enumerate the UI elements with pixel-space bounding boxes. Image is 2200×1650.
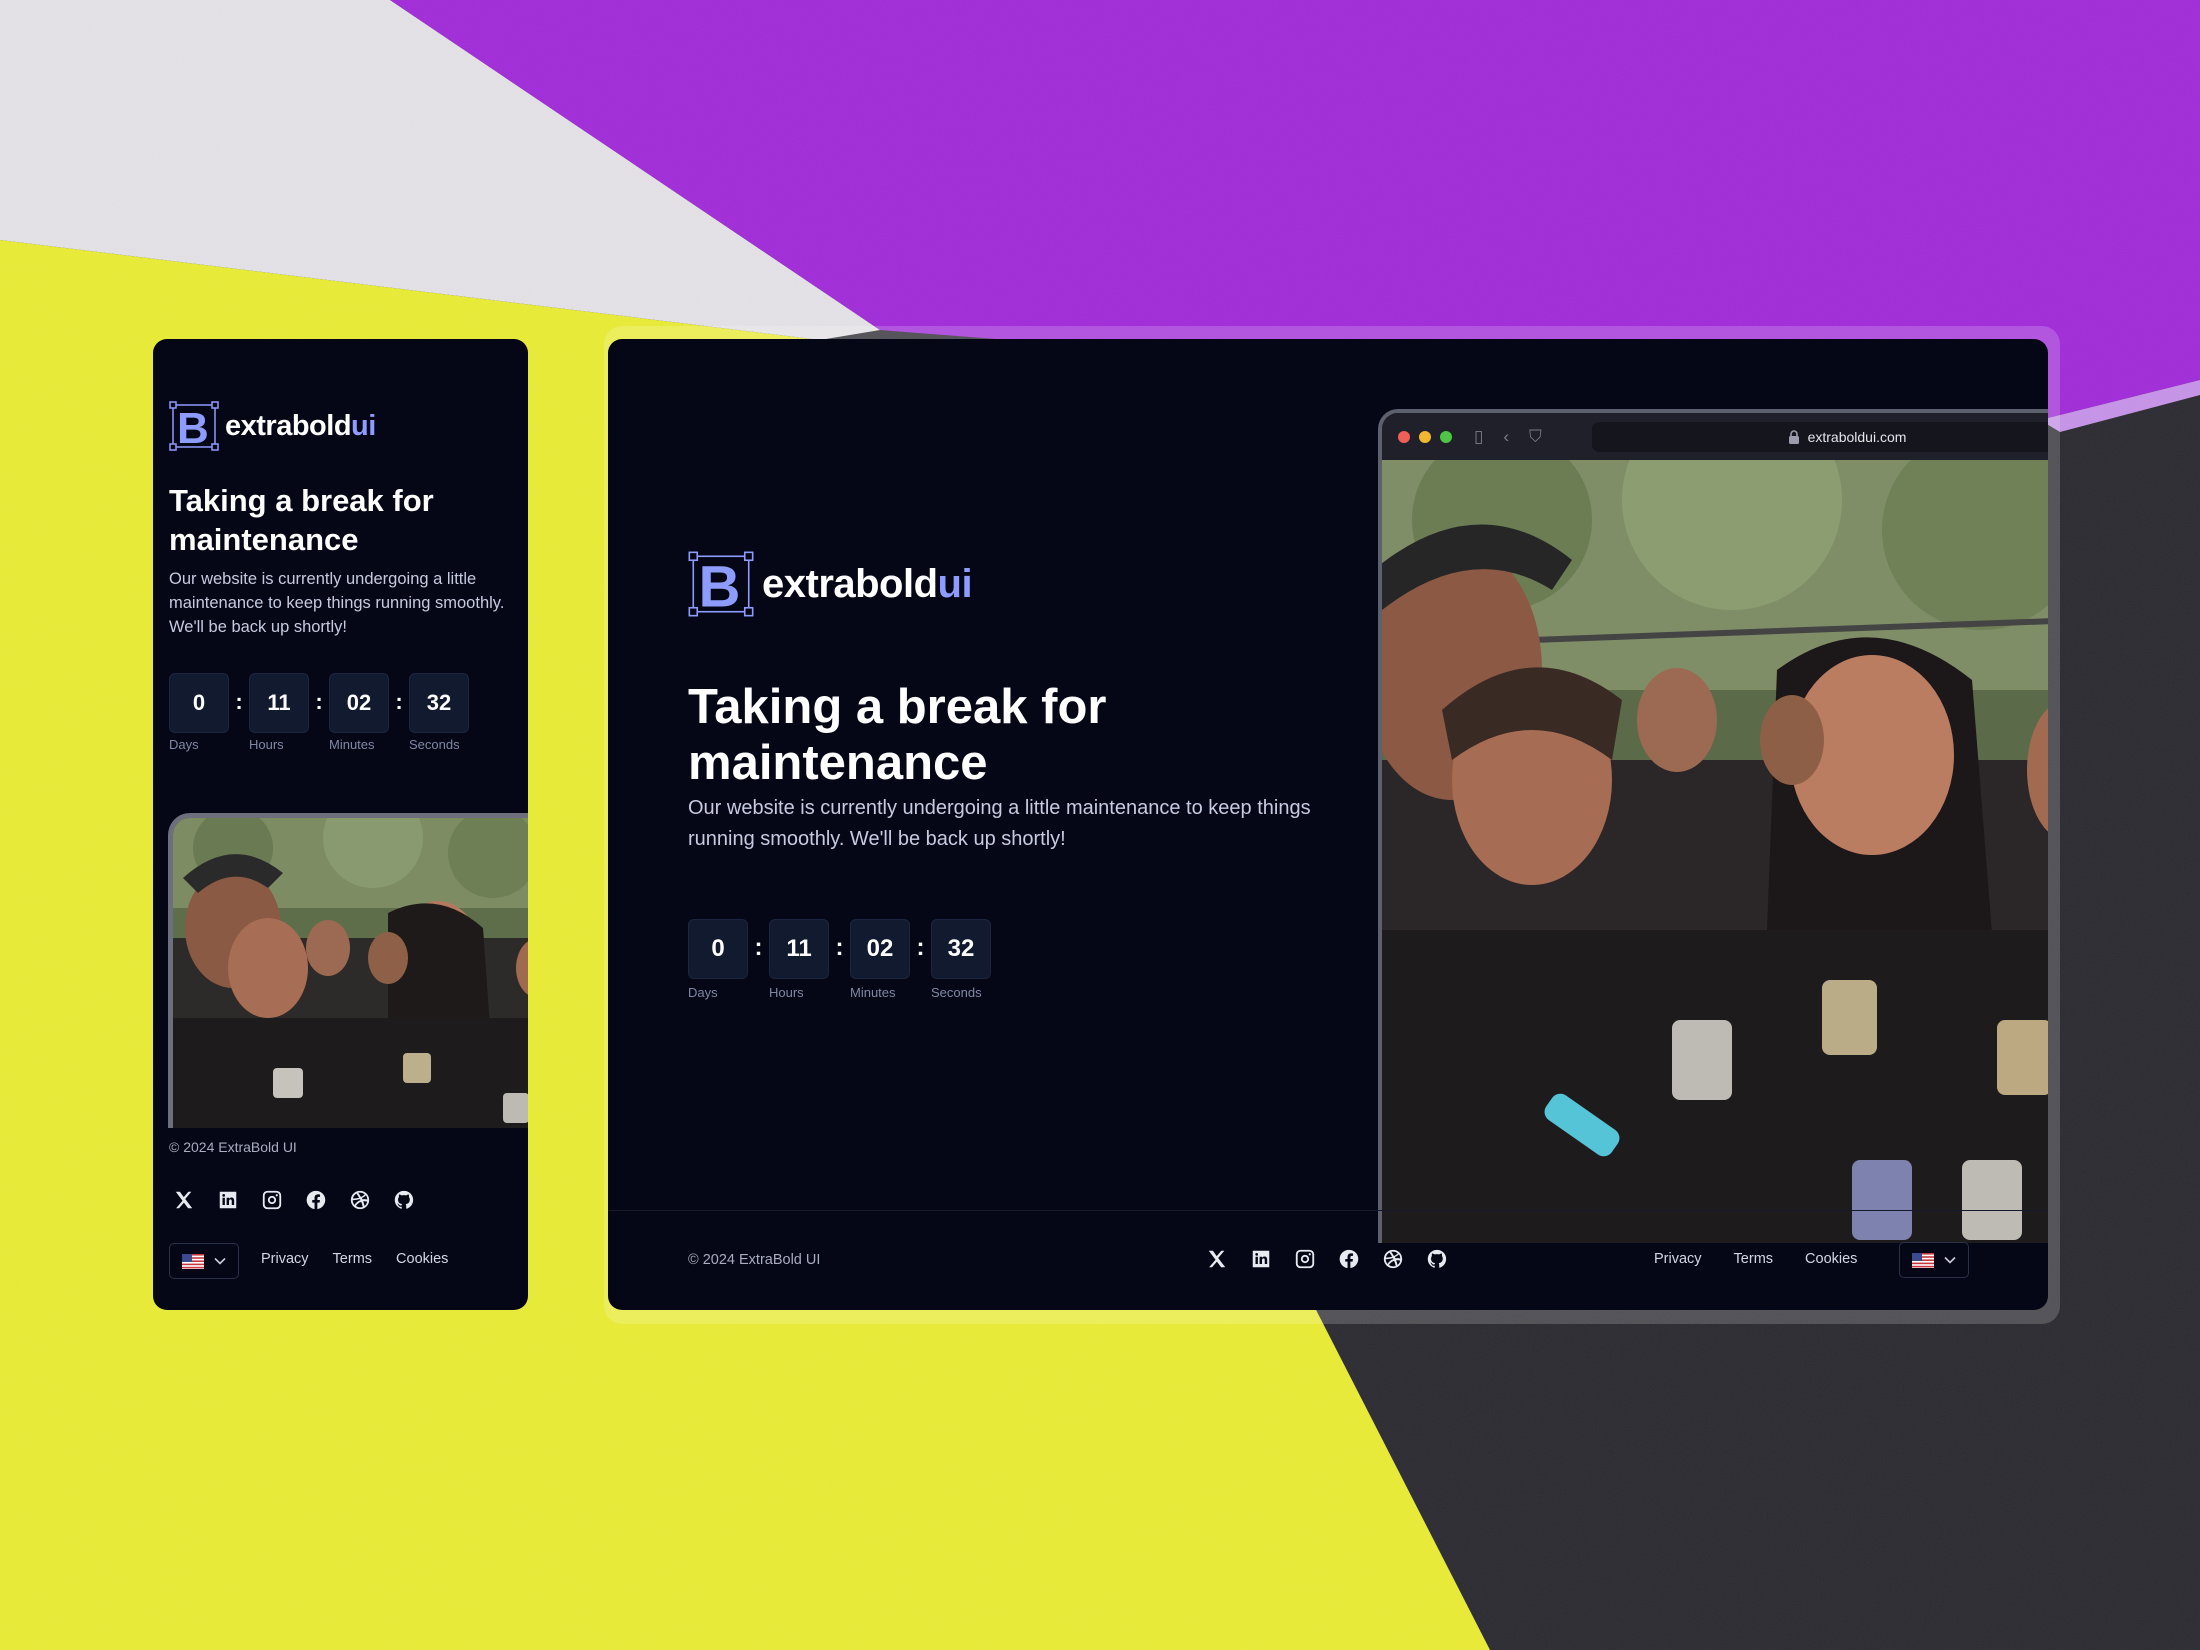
countdown-minutes: 02 Minutes bbox=[329, 673, 389, 752]
countdown-separator: : bbox=[835, 934, 844, 961]
chevron-down-icon bbox=[214, 1257, 226, 1265]
github-icon[interactable] bbox=[393, 1189, 415, 1211]
privacy-link[interactable]: Privacy bbox=[1654, 1251, 1702, 1267]
countdown-minutes-label: Minutes bbox=[329, 737, 375, 752]
brand-wordmark: extraboldui bbox=[762, 561, 973, 606]
back-arrow-icon[interactable]: ‹ bbox=[1503, 427, 1509, 447]
countdown-days-value: 0 bbox=[688, 919, 748, 979]
address-url: extraboldui.com bbox=[1807, 429, 1907, 445]
countdown-separator: : bbox=[916, 934, 925, 961]
close-window-dot[interactable] bbox=[1398, 430, 1410, 443]
countdown-days-label: Days bbox=[688, 985, 718, 1000]
footer-divider bbox=[608, 1210, 2048, 1211]
brand-logo[interactable]: B extraboldui bbox=[688, 551, 973, 617]
countdown-minutes-label: Minutes bbox=[850, 985, 896, 1000]
page-description: Our website is currently undergoing a li… bbox=[688, 797, 1311, 850]
cookies-link[interactable]: Cookies bbox=[1805, 1251, 1857, 1267]
page-description: Our website is currently undergoing a li… bbox=[169, 570, 505, 636]
us-flag-icon bbox=[182, 1253, 204, 1269]
browser-mockup: ▯ ‹ ⛉ extraboldui.com bbox=[1378, 409, 2048, 1243]
countdown-seconds-value: 32 bbox=[409, 673, 469, 733]
browser-toolbar: ▯ ‹ ⛉ extraboldui.com bbox=[1382, 413, 2048, 460]
language-selector[interactable] bbox=[169, 1243, 239, 1279]
logo-b-icon: B bbox=[169, 401, 219, 451]
github-icon[interactable] bbox=[1426, 1248, 1448, 1270]
page-title: Taking a break for maintenance bbox=[169, 483, 434, 558]
terms-link[interactable]: Terms bbox=[1734, 1251, 1773, 1267]
lock-icon bbox=[1788, 430, 1799, 444]
instagram-icon[interactable] bbox=[261, 1189, 283, 1211]
countdown-separator: : bbox=[315, 689, 323, 714]
countdown-hours-value: 11 bbox=[769, 919, 829, 979]
party-photo-illustration bbox=[1382, 413, 2048, 1243]
svg-text:B: B bbox=[699, 554, 741, 617]
countdown-days-value: 0 bbox=[169, 673, 229, 733]
countdown-days: 0 Days bbox=[169, 673, 229, 752]
countdown-hours-label: Hours bbox=[769, 985, 804, 1000]
footer-links: Privacy Terms Cookies bbox=[261, 1251, 448, 1267]
countdown-hours: 11 Hours bbox=[769, 919, 829, 1000]
x-icon[interactable] bbox=[1206, 1248, 1228, 1270]
sidebar-toggle-icon[interactable]: ▯ bbox=[1474, 427, 1483, 447]
countdown-separator: : bbox=[395, 689, 403, 714]
page-title: Taking a break for maintenance bbox=[688, 680, 1107, 790]
countdown-minutes-value: 02 bbox=[329, 673, 389, 733]
facebook-icon[interactable] bbox=[305, 1189, 327, 1211]
cookies-link[interactable]: Cookies bbox=[396, 1251, 448, 1267]
social-links bbox=[173, 1189, 415, 1211]
mobile-preview: B extraboldui Taking a break for mainten… bbox=[153, 339, 528, 1310]
countdown-hours: 11 Hours bbox=[249, 673, 309, 752]
social-links bbox=[1206, 1248, 1448, 1270]
dribbble-icon[interactable] bbox=[349, 1189, 371, 1211]
terms-link[interactable]: Terms bbox=[333, 1251, 372, 1267]
language-selector[interactable] bbox=[1899, 1242, 1969, 1278]
maximize-window-dot[interactable] bbox=[1440, 430, 1452, 443]
footer-links: Privacy Terms Cookies bbox=[1654, 1251, 1857, 1267]
privacy-link[interactable]: Privacy bbox=[261, 1251, 309, 1267]
phone-photo-frame bbox=[168, 813, 528, 1128]
minimize-window-dot[interactable] bbox=[1419, 430, 1431, 443]
countdown-seconds-label: Seconds bbox=[409, 737, 460, 752]
countdown-hours-value: 11 bbox=[249, 673, 309, 733]
address-bar[interactable]: extraboldui.com bbox=[1592, 422, 2048, 452]
copyright-text: © 2024 ExtraBold UI bbox=[688, 1252, 821, 1268]
copyright-text: © 2024 ExtraBold UI bbox=[169, 1139, 297, 1155]
svg-text:B: B bbox=[177, 404, 209, 451]
dribbble-icon[interactable] bbox=[1382, 1248, 1404, 1270]
brand-wordmark: extraboldui bbox=[225, 409, 376, 442]
desktop-preview: B extraboldui Taking a break for mainten… bbox=[608, 339, 2048, 1310]
party-photo bbox=[1382, 413, 2048, 1243]
instagram-icon[interactable] bbox=[1294, 1248, 1316, 1270]
countdown-seconds: 32 Seconds bbox=[409, 673, 469, 752]
linkedin-icon[interactable] bbox=[1250, 1248, 1272, 1270]
brand-logo[interactable]: B extraboldui bbox=[169, 401, 376, 451]
countdown-minutes-value: 02 bbox=[850, 919, 910, 979]
logo-b-icon: B bbox=[688, 551, 754, 617]
facebook-icon[interactable] bbox=[1338, 1248, 1360, 1270]
countdown-seconds: 32 Seconds bbox=[931, 919, 991, 1000]
party-photo bbox=[173, 818, 528, 1128]
linkedin-icon[interactable] bbox=[217, 1189, 239, 1211]
countdown-separator: : bbox=[235, 689, 243, 714]
countdown-seconds-value: 32 bbox=[931, 919, 991, 979]
countdown-timer: 0 Days : 11 Hours : 02 Minutes : 32 Seco… bbox=[169, 673, 469, 752]
countdown-days-label: Days bbox=[169, 737, 199, 752]
countdown-timer: 0 Days : 11 Hours : 02 Minutes : 32 Seco… bbox=[688, 919, 991, 1000]
us-flag-icon bbox=[1912, 1252, 1934, 1268]
x-icon[interactable] bbox=[173, 1189, 195, 1211]
countdown-hours-label: Hours bbox=[249, 737, 284, 752]
shield-icon[interactable]: ⛉ bbox=[1529, 427, 1542, 447]
countdown-minutes: 02 Minutes bbox=[850, 919, 910, 1000]
countdown-seconds-label: Seconds bbox=[931, 985, 982, 1000]
countdown-separator: : bbox=[754, 934, 763, 961]
chevron-down-icon bbox=[1944, 1256, 1956, 1264]
countdown-days: 0 Days bbox=[688, 919, 748, 1000]
